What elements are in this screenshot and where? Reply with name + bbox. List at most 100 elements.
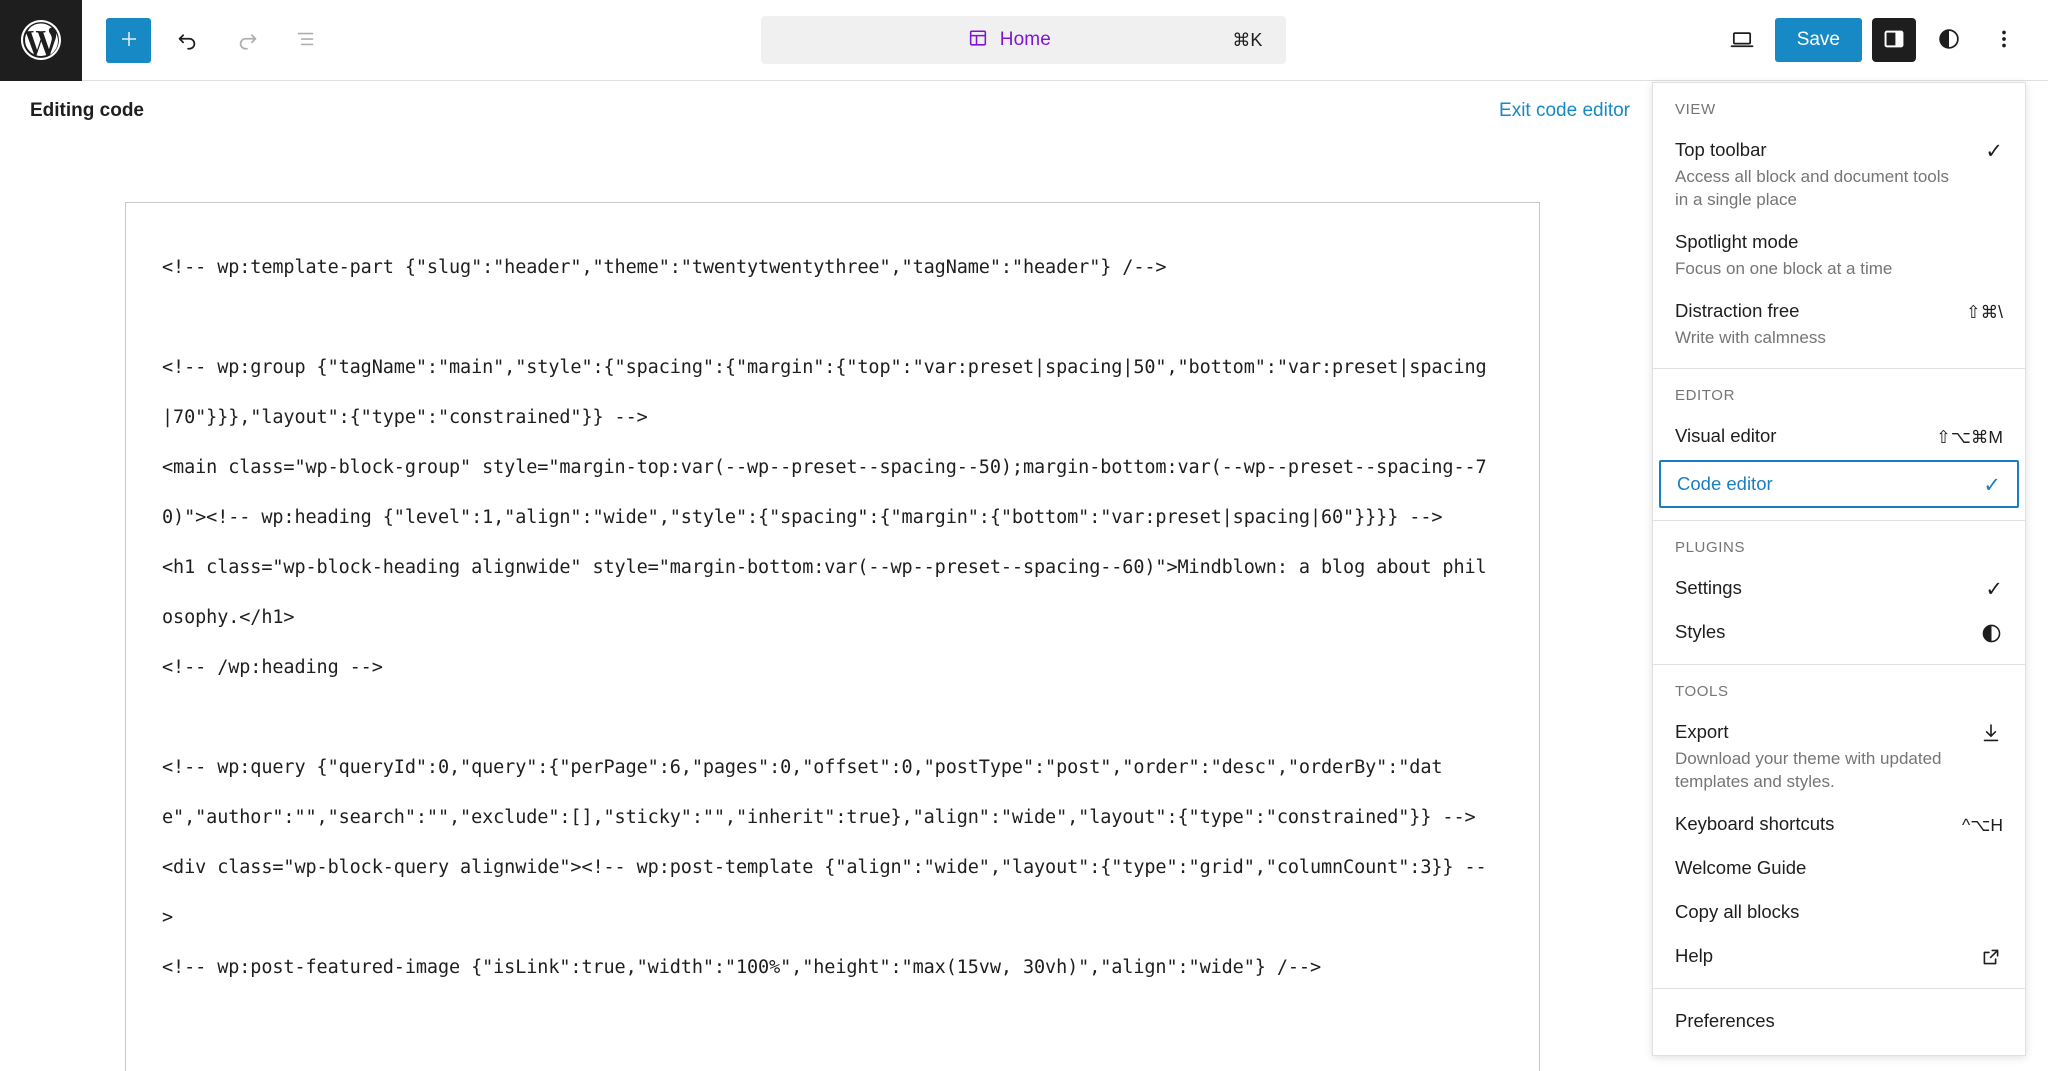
checkmark-icon: ✓	[1985, 139, 2003, 163]
editor-header: Home ⌘K Save	[0, 0, 2048, 81]
menu-item-texts: Code editor	[1677, 471, 1971, 497]
menu-item-texts: Top toolbar Access all block and document…	[1675, 137, 1973, 211]
wordpress-logo-button[interactable]	[0, 0, 82, 81]
menu-item-aside	[1973, 899, 2003, 925]
menu-item-visual-editor[interactable]: Visual editor ⇧⌥⌘M	[1653, 414, 2025, 458]
menu-item-shortcut: ⇧⌘\	[1965, 301, 2003, 322]
menu-item-texts: Preferences	[1675, 1008, 1973, 1034]
menu-item-spotlight-mode[interactable]: Spotlight mode Focus on one block at a ti…	[1653, 220, 2025, 289]
menu-item-aside: ✓	[1971, 471, 2001, 497]
menu-item-aside	[1973, 719, 2003, 745]
menu-group-label: Tools	[1675, 683, 1729, 700]
command-palette-bar[interactable]: Home ⌘K	[761, 16, 1287, 64]
menu-group-view: View Top toolbar Access all block and docu…	[1653, 83, 2025, 368]
menu-item-title: Visual editor	[1675, 425, 1777, 446]
add-block-button[interactable]	[106, 17, 151, 63]
menu-item-shortcut: ⇧⌥⌘M	[1936, 426, 2003, 447]
plus-icon	[117, 27, 141, 54]
menu-item-title: Welcome Guide	[1675, 857, 1807, 878]
menu-group-editor: Editor Visual editor ⇧⌥⌘M Code editor ✓	[1653, 368, 2025, 520]
more-options-vertical-dots-icon	[1991, 26, 2017, 55]
menu-item-keyboard-shortcuts[interactable]: Keyboard shortcuts ^⌥H	[1653, 802, 2025, 846]
menu-item-aside	[1973, 943, 2003, 969]
command-palette-shortcut: ⌘K	[1232, 29, 1263, 50]
code-editor-canvas: <!-- wp:template-part {"slug":"header","…	[0, 141, 1660, 1071]
menu-item-texts: Copy all blocks	[1675, 899, 1973, 925]
menu-item-copy-all-blocks[interactable]: Copy all blocks	[1653, 890, 2025, 934]
menu-item-title: Styles	[1675, 621, 1726, 642]
styles-contrast-icon	[1980, 622, 2003, 645]
menu-item-aside: ✓	[1973, 137, 2003, 163]
code-editor-textarea-wrapper[interactable]: <!-- wp:template-part {"slug":"header","…	[125, 202, 1540, 1071]
menu-group-tools: Tools Export Download your theme with upda…	[1653, 664, 2025, 988]
menu-item-description: Access all block and document tools in a…	[1675, 167, 1950, 209]
menu-item-aside	[1973, 855, 2003, 881]
wordpress-logo-icon	[17, 16, 65, 64]
menu-item-title: Preferences	[1675, 1010, 1775, 1031]
menu-group-label: Editor	[1675, 387, 1735, 404]
menu-item-aside: ✓	[1973, 575, 2003, 601]
download-icon	[1979, 721, 2003, 745]
menu-item-description: Download your theme with updated templat…	[1675, 749, 1942, 791]
menu-item-welcome-guide[interactable]: Welcome Guide	[1653, 846, 2025, 890]
save-button[interactable]: Save	[1774, 18, 1862, 62]
wordpress-site-editor: Home ⌘K Save Editing code Exit code edit…	[0, 0, 2048, 1071]
exit-code-editor-button[interactable]: Exit code editor	[1499, 100, 1630, 122]
menu-item-export[interactable]: Export Download your theme with updated t…	[1653, 710, 2025, 802]
menu-item-aside	[1973, 619, 2003, 645]
menu-group-label: View	[1675, 101, 1716, 118]
menu-item-texts: Distraction free Write with calmness	[1675, 298, 1966, 349]
menu-item-texts: Keyboard shortcuts	[1675, 811, 1962, 837]
menu-item-description: Write with calmness	[1675, 328, 1826, 347]
menu-group-misc: Preferences	[1653, 988, 2025, 1053]
menu-item-top-toolbar[interactable]: Top toolbar Access all block and document…	[1653, 128, 2025, 220]
checkmark-icon: ✓	[1983, 473, 2001, 497]
menu-item-distraction-free[interactable]: Distraction free Write with calmness ⇧⌘\	[1653, 289, 2025, 358]
external-link-icon	[1979, 945, 2003, 969]
menu-item-code-editor[interactable]: Code editor ✓	[1659, 460, 2019, 508]
settings-sidebar-toggle-button[interactable]	[1872, 18, 1916, 62]
preview-device-button[interactable]	[1720, 18, 1765, 63]
menu-item-title: Export	[1675, 721, 1729, 742]
menu-item-title: Code editor	[1677, 473, 1773, 494]
code-editor-content[interactable]: <!-- wp:template-part {"slug":"header","…	[162, 243, 1493, 993]
menu-item-title: Settings	[1675, 577, 1742, 598]
command-palette-label-group: Home	[785, 27, 1232, 54]
menu-item-styles[interactable]: Styles	[1653, 610, 2025, 654]
redo-button[interactable]	[224, 18, 269, 63]
styles-contrast-icon	[1936, 26, 1962, 55]
menu-item-aside: ⇧⌘\	[1966, 298, 2003, 324]
command-palette-title: Home	[999, 29, 1051, 50]
header-right-tools: Save	[1720, 18, 2048, 63]
menu-item-help[interactable]: Help	[1653, 934, 2025, 978]
list-view-button[interactable]	[283, 18, 328, 63]
menu-item-title: Spotlight mode	[1675, 231, 1799, 252]
menu-item-aside: ⇧⌥⌘M	[1936, 423, 2003, 449]
checkmark-icon: ✓	[1985, 577, 2003, 601]
code-editor-subbar: Editing code Exit code editor	[0, 81, 1660, 141]
header-center: Home ⌘K	[328, 16, 1720, 64]
header-left-tools	[82, 17, 328, 63]
menu-item-shortcut: ^⌥H	[1961, 814, 2003, 835]
menu-item-aside: ^⌥H	[1962, 811, 2003, 837]
more-options-dropdown-menu: View Top toolbar Access all block and docu…	[1652, 82, 2026, 1056]
menu-item-title: Keyboard shortcuts	[1675, 813, 1835, 834]
undo-button[interactable]	[165, 18, 210, 63]
styles-button[interactable]	[1926, 18, 1971, 63]
menu-item-settings[interactable]: Settings ✓	[1653, 566, 2025, 610]
menu-item-texts: Export Download your theme with updated t…	[1675, 719, 1973, 793]
menu-item-texts: Welcome Guide	[1675, 855, 1973, 881]
menu-item-preferences[interactable]: Preferences	[1653, 999, 2025, 1043]
more-options-button[interactable]	[1981, 18, 2026, 63]
menu-item-title: Copy all blocks	[1675, 901, 1800, 922]
menu-item-title: Distraction free	[1675, 300, 1800, 321]
menu-item-texts: Visual editor	[1675, 423, 1936, 449]
sidebar-toggle-icon	[1881, 26, 1907, 55]
menu-item-texts: Help	[1675, 943, 1973, 969]
undo-icon	[175, 26, 201, 55]
menu-item-aside	[1973, 229, 2003, 255]
menu-item-aside	[1973, 1008, 2003, 1034]
menu-group-plugins: Plugins Settings ✓ Styles	[1653, 520, 2025, 664]
document-list-view-icon	[293, 26, 319, 55]
laptop-preview-icon	[1728, 25, 1756, 56]
